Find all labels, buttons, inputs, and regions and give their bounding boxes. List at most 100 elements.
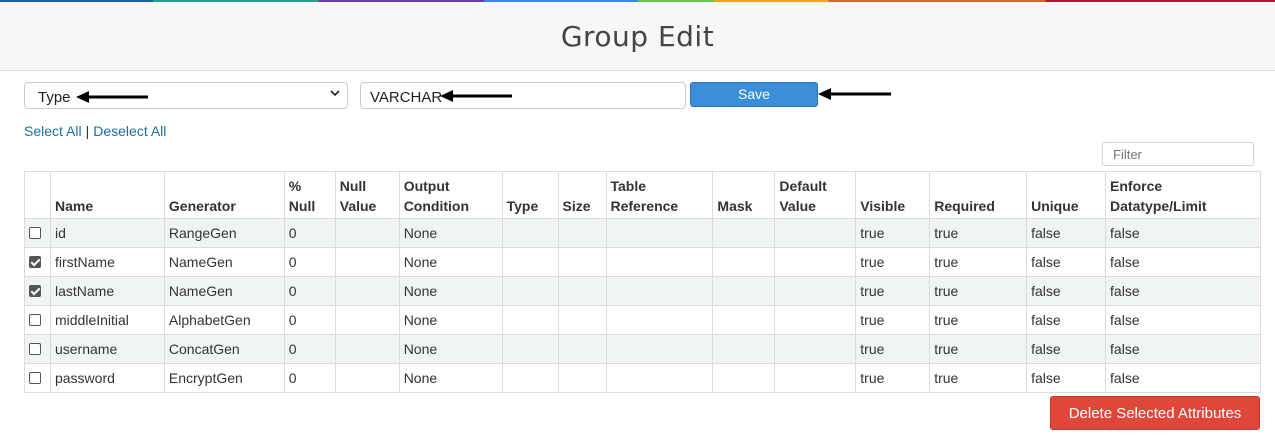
filter-input[interactable] — [1102, 142, 1254, 166]
cell-null-pct: 0 — [283, 363, 336, 393]
cell-type — [501, 305, 559, 335]
cell-required: true — [929, 334, 1028, 364]
cell-generator: NameGen — [163, 276, 285, 306]
cell-unique: false — [1026, 334, 1107, 364]
cell-null-pct: 0 — [283, 218, 336, 248]
cell-default-value — [774, 218, 857, 248]
column-header-null-value: Null Value — [334, 171, 400, 219]
cell-null-pct: 0 — [283, 334, 336, 364]
cell-size — [557, 363, 607, 393]
cell-table-reference — [605, 363, 714, 393]
cell-visible: true — [855, 305, 931, 335]
cell-visible: true — [855, 334, 931, 364]
cell-generator: ConcatGen — [163, 334, 285, 364]
cell-required: true — [929, 363, 1028, 393]
cell-mask — [712, 334, 776, 364]
cell-visible: true — [855, 276, 931, 306]
cell-enforce: false — [1105, 276, 1261, 306]
cell-size — [557, 276, 607, 306]
table-body: id RangeGen 0 None true true false false firstNa… — [24, 218, 1261, 393]
delete-selected-attributes-button[interactable]: Delete Selected Attributes — [1050, 396, 1260, 430]
link-separator: | — [85, 123, 90, 139]
value-input-text: VARCHAR — [370, 89, 443, 106]
cell-generator: EncryptGen — [163, 363, 285, 393]
cell-output-condition: None — [398, 276, 503, 306]
cell-name: lastName — [49, 276, 165, 306]
table-header-row: Name Generator% Null Null Value Output Cond… — [24, 171, 1261, 219]
arrow-left-icon — [76, 91, 148, 103]
cell-type — [501, 276, 559, 306]
cell-table-reference — [605, 305, 714, 335]
arrow-left-icon — [818, 88, 891, 100]
column-header-enforce: Enforce Datatype/Limit — [1105, 171, 1261, 219]
row-checkbox[interactable] — [29, 256, 41, 269]
cell-name: username — [49, 334, 165, 364]
row-checkbox[interactable] — [29, 285, 41, 298]
cell-unique: false — [1026, 276, 1107, 306]
cell-output-condition: None — [398, 334, 503, 364]
cell-required: true — [929, 218, 1028, 248]
cell-output-condition: None — [398, 247, 503, 277]
column-header-default-value: Default Value — [774, 171, 857, 219]
cell-generator: RangeGen — [163, 218, 285, 248]
cell-mask — [712, 305, 776, 335]
attributes-table: Name Generator% Null Null Value Output Cond… — [24, 171, 1261, 393]
cell-output-condition: None — [398, 218, 503, 248]
chevron-down-icon — [330, 90, 340, 97]
column-header-table-reference: Table Reference — [605, 171, 714, 219]
cell-null-value — [334, 218, 400, 248]
cell-table-reference — [605, 334, 714, 364]
cell-mask — [712, 247, 776, 277]
row-checkbox[interactable] — [29, 343, 41, 356]
cell-unique: false — [1026, 305, 1107, 335]
column-header-unique: Unique — [1026, 171, 1107, 219]
cell-visible: true — [855, 247, 931, 277]
cell-unique: false — [1026, 218, 1107, 248]
cell-type — [501, 247, 559, 277]
arrow-left-icon — [440, 90, 512, 102]
attribute-select-value: Type — [38, 89, 71, 106]
cell-required: true — [929, 247, 1028, 277]
row-checkbox-cell — [24, 218, 51, 248]
row-checkbox[interactable] — [29, 372, 41, 385]
page-title: Group Edit — [560, 20, 715, 53]
cell-size — [557, 218, 607, 248]
cell-unique: false — [1026, 363, 1107, 393]
cell-enforce: false — [1105, 363, 1261, 393]
cell-default-value — [774, 334, 857, 364]
cell-output-condition: None — [398, 363, 503, 393]
cell-default-value — [774, 305, 857, 335]
select-all-link[interactable]: Select All — [24, 123, 82, 139]
cell-null-pct: 0 — [283, 305, 336, 335]
row-checkbox-cell — [24, 363, 51, 393]
attribute-select[interactable]: Type — [24, 82, 348, 109]
cell-null-value — [334, 363, 400, 393]
save-button[interactable]: Save — [690, 82, 818, 107]
cell-generator: NameGen — [163, 247, 285, 277]
column-header-required: Required — [929, 171, 1028, 219]
selection-links: Select All | Deselect All — [24, 123, 166, 139]
cell-enforce: false — [1105, 218, 1261, 248]
cell-table-reference — [605, 247, 714, 277]
value-input[interactable]: VARCHAR — [360, 82, 686, 109]
row-checkbox[interactable] — [29, 227, 41, 240]
cell-visible: true — [855, 218, 931, 248]
row-checkbox[interactable] — [29, 314, 41, 327]
table-row: firstName NameGen 0 None true true false false — [24, 247, 1261, 277]
cell-default-value — [774, 363, 857, 393]
cell-type — [501, 218, 559, 248]
cell-table-reference — [605, 218, 714, 248]
table-row: id RangeGen 0 None true true false false — [24, 218, 1261, 248]
deselect-all-link[interactable]: Deselect All — [93, 123, 166, 139]
table-row: password EncryptGen 0 None true true false fals… — [24, 363, 1261, 393]
column-header-select — [24, 171, 51, 219]
cell-name: firstName — [49, 247, 165, 277]
row-checkbox-cell — [24, 247, 51, 277]
cell-enforce: false — [1105, 247, 1261, 277]
column-header-name: Name — [49, 171, 165, 219]
table-row: lastName NameGen 0 None true true false false — [24, 276, 1261, 306]
page-header: Group Edit — [0, 2, 1275, 71]
cell-enforce: false — [1105, 305, 1261, 335]
cell-required: true — [929, 305, 1028, 335]
cell-size — [557, 247, 607, 277]
